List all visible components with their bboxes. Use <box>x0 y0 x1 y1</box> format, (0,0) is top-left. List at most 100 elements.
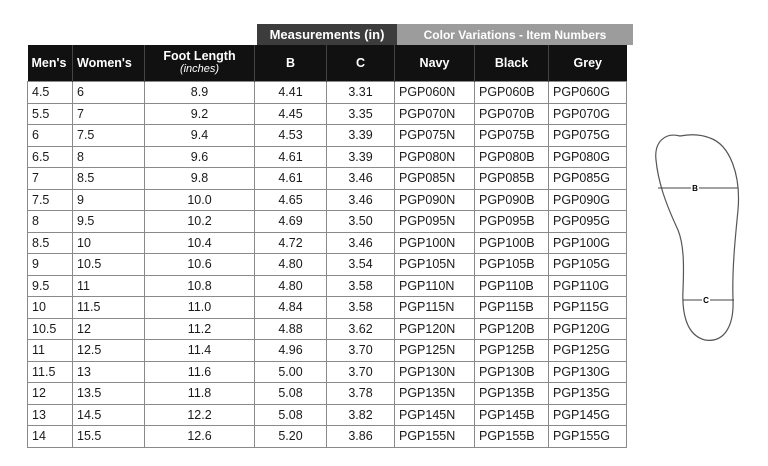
cell-womens: 9 <box>72 188 145 211</box>
cell-b: 4.80 <box>254 253 327 276</box>
header-foot-length: Foot Length (inches) <box>144 45 255 82</box>
size-chart-table: Men's Women's Foot Length (inches) B C N… <box>27 45 627 448</box>
cell-b: 5.08 <box>254 382 327 405</box>
cell-grey: PGP130G <box>548 360 627 383</box>
cell-black: PGP060B <box>474 81 549 104</box>
table-row: 10 11.5 11.0 4.84 3.58 PGP115N PGP115B PGP115G <box>27 296 627 319</box>
cell-b: 5.08 <box>254 403 327 426</box>
cell-black: PGP090B <box>474 188 549 211</box>
header-foot-length-label: Foot Length <box>163 49 236 63</box>
cell-black: PGP070B <box>474 102 549 125</box>
cell-foot: 11.4 <box>144 339 255 362</box>
cell-black: PGP130B <box>474 360 549 383</box>
cell-b: 4.80 <box>254 274 327 297</box>
table-row: 11 12.5 11.4 4.96 3.70 PGP125N PGP125B PGP125G <box>27 339 627 362</box>
cell-black: PGP125B <box>474 339 549 362</box>
cell-mens: 8.5 <box>27 231 73 254</box>
table-row: 14 15.5 12.6 5.20 3.86 PGP155N PGP155B PGP155G <box>27 425 627 448</box>
cell-foot: 10.0 <box>144 188 255 211</box>
cell-grey: PGP090G <box>548 188 627 211</box>
cell-navy: PGP110N <box>394 274 475 297</box>
cell-black: PGP120B <box>474 317 549 340</box>
cell-b: 4.45 <box>254 102 327 125</box>
table-row: 8 9.5 10.2 4.69 3.50 PGP095N PGP095B PGP095G <box>27 210 627 233</box>
cell-mens: 4.5 <box>27 81 73 104</box>
cell-black: PGP100B <box>474 231 549 254</box>
measurements-group-header: Measurements (in) <box>257 24 397 45</box>
cell-b: 4.65 <box>254 188 327 211</box>
cell-womens: 13 <box>72 360 145 383</box>
table-row: 10.5 12 11.2 4.88 3.62 PGP120N PGP120B PGP120G <box>27 317 627 340</box>
cell-b: 4.61 <box>254 167 327 190</box>
cell-womens: 8 <box>72 145 145 168</box>
cell-mens: 14 <box>27 425 73 448</box>
cell-grey: PGP155G <box>548 425 627 448</box>
cell-foot: 11.8 <box>144 382 255 405</box>
cell-grey: PGP080G <box>548 145 627 168</box>
cell-c: 3.54 <box>326 253 395 276</box>
cell-foot: 9.6 <box>144 145 255 168</box>
foot-outline-diagram: B C <box>655 134 740 341</box>
cell-c: 3.70 <box>326 339 395 362</box>
cell-navy: PGP060N <box>394 81 475 104</box>
cell-navy: PGP105N <box>394 253 475 276</box>
cell-grey: PGP120G <box>548 317 627 340</box>
cell-b: 4.72 <box>254 231 327 254</box>
cell-navy: PGP085N <box>394 167 475 190</box>
cell-c: 3.46 <box>326 188 395 211</box>
cell-navy: PGP155N <box>394 425 475 448</box>
cell-black: PGP115B <box>474 296 549 319</box>
cell-foot: 12.2 <box>144 403 255 426</box>
foot-label-c: C <box>703 296 709 305</box>
cell-grey: PGP145G <box>548 403 627 426</box>
cell-c: 3.82 <box>326 403 395 426</box>
cell-grey: PGP095G <box>548 210 627 233</box>
cell-foot: 11.2 <box>144 317 255 340</box>
cell-b: 4.96 <box>254 339 327 362</box>
cell-navy: PGP070N <box>394 102 475 125</box>
cell-mens: 13 <box>27 403 73 426</box>
header-b: B <box>254 45 327 82</box>
cell-foot: 10.4 <box>144 231 255 254</box>
cell-womens: 7.5 <box>72 124 145 147</box>
cell-grey: PGP085G <box>548 167 627 190</box>
cell-foot: 9.8 <box>144 167 255 190</box>
cell-navy: PGP145N <box>394 403 475 426</box>
header-mens: Men's <box>27 45 73 82</box>
table-row: 12 13.5 11.8 5.08 3.78 PGP135N PGP135B PGP135G <box>27 382 627 405</box>
cell-mens: 8 <box>27 210 73 233</box>
cell-womens: 11.5 <box>72 296 145 319</box>
cell-c: 3.70 <box>326 360 395 383</box>
cell-b: 4.69 <box>254 210 327 233</box>
header-foot-length-unit: (inches) <box>179 63 220 75</box>
table-row: 5.5 7 9.2 4.45 3.35 PGP070N PGP070B PGP070G <box>27 102 627 125</box>
cell-foot: 11.6 <box>144 360 255 383</box>
cell-b: 4.53 <box>254 124 327 147</box>
color-variations-group-header: Color Variations - Item Numbers <box>397 24 633 45</box>
cell-black: PGP135B <box>474 382 549 405</box>
cell-mens: 12 <box>27 382 73 405</box>
cell-c: 3.58 <box>326 296 395 319</box>
cell-c: 3.31 <box>326 81 395 104</box>
foot-outline-shape <box>655 134 740 341</box>
cell-foot: 10.6 <box>144 253 255 276</box>
cell-navy: PGP125N <box>394 339 475 362</box>
cell-c: 3.35 <box>326 102 395 125</box>
header-black: Black <box>474 45 549 82</box>
cell-c: 3.78 <box>326 382 395 405</box>
cell-womens: 9.5 <box>72 210 145 233</box>
cell-mens: 9 <box>27 253 73 276</box>
table-row: 13 14.5 12.2 5.08 3.82 PGP145N PGP145B PGP145G <box>27 403 627 426</box>
cell-womens: 8.5 <box>72 167 145 190</box>
table-row: 4.5 6 8.9 4.41 3.31 PGP060N PGP060B PGP060G <box>27 81 627 104</box>
cell-womens: 7 <box>72 102 145 125</box>
cell-grey: PGP115G <box>548 296 627 319</box>
cell-mens: 6 <box>27 124 73 147</box>
table-row: 7 8.5 9.8 4.61 3.46 PGP085N PGP085B PGP085G <box>27 167 627 190</box>
cell-foot: 10.8 <box>144 274 255 297</box>
cell-navy: PGP135N <box>394 382 475 405</box>
cell-black: PGP075B <box>474 124 549 147</box>
table-row: 8.5 10 10.4 4.72 3.46 PGP100N PGP100B PGP100G <box>27 231 627 254</box>
cell-womens: 13.5 <box>72 382 145 405</box>
cell-c: 3.46 <box>326 167 395 190</box>
